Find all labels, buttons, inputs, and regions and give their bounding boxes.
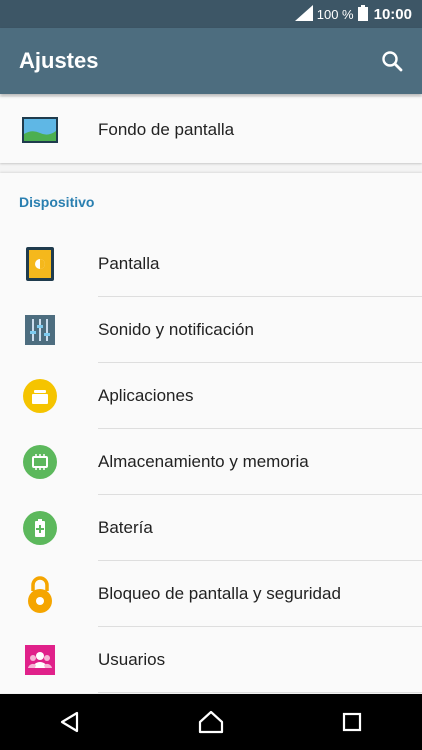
settings-item-apps[interactable]: Aplicaciones [0,363,422,429]
settings-item-wallpaper[interactable]: Fondo de pantalla [0,97,422,163]
search-icon[interactable] [380,49,404,73]
settings-item-label: Bloqueo de pantalla y seguridad [98,584,341,603]
settings-item-label: Pantalla [98,254,160,273]
apps-icon [21,377,59,415]
settings-item-display[interactable]: Pantalla [0,231,422,297]
settings-item-battery[interactable]: Batería [0,495,422,561]
recents-icon [342,712,361,732]
app-bar: Ajustes [0,28,422,94]
settings-item-sound[interactable]: Sonido y notificación [0,297,422,363]
lock-icon [21,575,59,613]
navigation-bar [0,694,422,750]
users-icon [21,641,59,679]
home-button[interactable] [181,694,241,750]
home-icon [198,710,224,734]
divider [98,692,422,693]
settings-item-label: Almacenamiento y memoria [98,452,309,471]
signal-icon [294,4,313,24]
section-header: Dispositivo [19,194,95,210]
wallpaper-icon [21,111,59,149]
recents-button[interactable] [322,694,382,750]
storage-icon [21,443,59,481]
display-icon [21,245,59,283]
settings-item-storage[interactable]: Almacenamiento y memoria [0,429,422,495]
battery-icon [21,509,59,547]
device-section: Dispositivo Pantalla Sonido y notificaci… [0,173,422,693]
battery-percent: 100 % [316,6,354,22]
settings-item-label: Aplicaciones [98,386,194,405]
settings-item-label: Usuarios [98,650,166,669]
page-title: Ajustes [19,48,99,73]
settings-item-label: Fondo de pantalla [98,120,235,139]
settings-item-label: Sonido y notificación [98,320,254,339]
status-bar: 100 % 10:00 [0,0,422,28]
back-button[interactable] [40,694,100,750]
battery-status-icon [357,4,368,24]
clock: 10:00 [373,5,412,23]
settings-item-users[interactable]: Usuarios [0,627,422,693]
sound-icon [21,311,59,349]
back-icon [61,711,79,733]
wallpaper-card: Fondo de pantalla [0,97,422,163]
settings-item-lock[interactable]: Bloqueo de pantalla y seguridad [0,561,422,627]
settings-item-label: Batería [98,518,153,537]
